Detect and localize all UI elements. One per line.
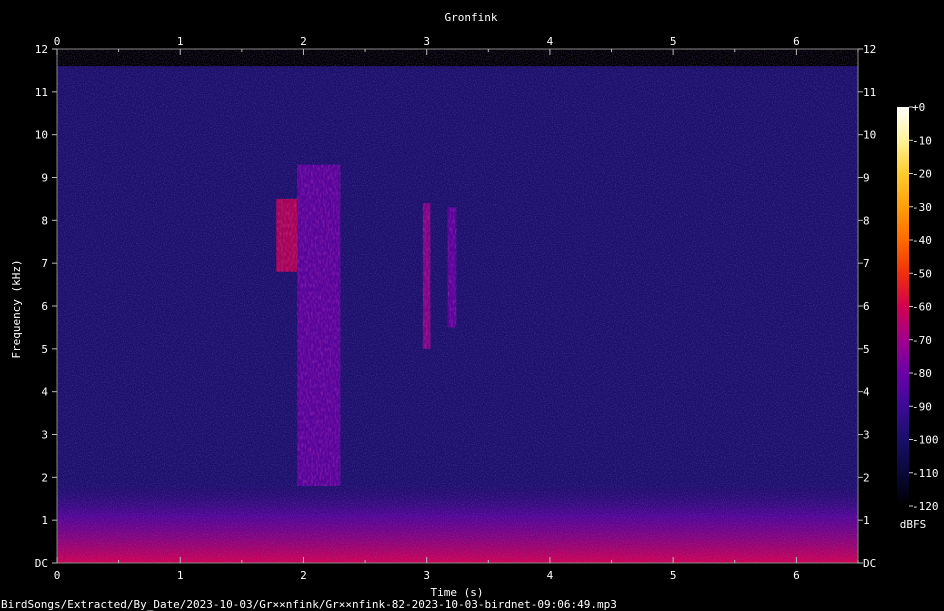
- y-tick-label-right: 12: [863, 43, 876, 56]
- colorbar-tick-label: -50: [912, 267, 932, 280]
- x-tick-label-top: 3: [423, 35, 430, 48]
- colorbar-tick-label: -80: [912, 367, 932, 380]
- y-tick-label-left: 9: [41, 172, 48, 185]
- y-tick-label-left: DC: [35, 557, 48, 570]
- y-axis-right: DC123456789101112: [858, 43, 876, 570]
- y-tick-label-left: 12: [35, 43, 48, 56]
- spectrogram-chart: Gronfink 0123456 0123456 DC1234567891011…: [1, 11, 939, 611]
- y-tick-label-left: 3: [41, 429, 48, 442]
- x-tick-label-bottom: 4: [547, 569, 554, 582]
- y-tick-label-right: 5: [863, 343, 870, 356]
- x-tick-label-top: 4: [547, 35, 554, 48]
- x-tick-label-bottom: 0: [54, 569, 61, 582]
- spectrogram-noise: [57, 49, 858, 563]
- colorbar-tick-label: -120: [912, 500, 939, 513]
- y-tick-label-right: 3: [863, 429, 870, 442]
- x-tick-label-bottom: 2: [300, 569, 307, 582]
- colorbar-tick-label: -110: [912, 467, 939, 480]
- event-trill-texture: [297, 164, 341, 486]
- y-tick-label-left: 1: [41, 514, 48, 527]
- chart-title: Gronfink: [445, 11, 498, 24]
- y-tick-label-left: 2: [41, 471, 48, 484]
- y-tick-label-right: 10: [863, 129, 876, 142]
- plot-area: [56, 48, 859, 564]
- colorbar-tick-label: -40: [912, 234, 932, 247]
- y-tick-label-left: 7: [41, 257, 48, 270]
- colorbar-tick-label: -10: [912, 134, 932, 147]
- x-tick-label-bottom: 6: [793, 569, 800, 582]
- event-note-texture: [447, 207, 457, 328]
- file-path: BirdSongs/Extracted/By_Date/2023-10-03/G…: [1, 598, 617, 611]
- colorbar-tick-label: +0: [912, 101, 925, 114]
- x-tick-label-top: 5: [670, 35, 677, 48]
- y-tick-label-left: 4: [41, 386, 48, 399]
- event-note-texture: [422, 203, 431, 349]
- x-tick-label-bottom: 3: [423, 569, 430, 582]
- y-tick-label-right: 9: [863, 172, 870, 185]
- colorbar: +0 -10 -20 -30 -40 -50 -60 -70 -80 -90 -100 -110 -12…: [897, 101, 939, 531]
- x-tick-label-bottom: 1: [177, 569, 184, 582]
- colorbar-tick-label: -30: [912, 201, 932, 214]
- colorbar-tick-label: -90: [912, 400, 932, 413]
- colorbar-tick-label: -70: [912, 334, 932, 347]
- y-axis-left: DC123456789101112: [35, 43, 57, 570]
- x-tick-label-top: 6: [793, 35, 800, 48]
- y-axis-label: Frequency (kHz): [10, 259, 23, 358]
- y-tick-label-right: 8: [863, 214, 870, 227]
- x-tick-label-bottom: 5: [670, 569, 677, 582]
- y-tick-label-left: 5: [41, 343, 48, 356]
- y-tick-label-left: 11: [35, 86, 48, 99]
- colorbar-tick-label: -20: [912, 168, 932, 181]
- colorbar-gradient: [897, 107, 909, 506]
- x-tick-label-top: 1: [177, 35, 184, 48]
- y-tick-label-left: 8: [41, 214, 48, 227]
- x-tick-label-top: 2: [300, 35, 307, 48]
- y-tick-label-right: 1: [863, 514, 870, 527]
- y-tick-label-right: 6: [863, 300, 870, 313]
- y-tick-label-right: 11: [863, 86, 876, 99]
- y-tick-label-right: 2: [863, 471, 870, 484]
- y-tick-label-right: 4: [863, 386, 870, 399]
- y-tick-label-left: 10: [35, 129, 48, 142]
- y-tick-label-right: DC: [863, 557, 876, 570]
- colorbar-tick-label: -60: [912, 301, 932, 314]
- x-tick-label-top: 0: [54, 35, 61, 48]
- colorbar-tick-label: -100: [912, 434, 939, 447]
- event-chirp-texture: [276, 198, 298, 272]
- colorbar-label: dBFS: [900, 518, 927, 531]
- y-tick-label-right: 7: [863, 257, 870, 270]
- y-tick-label-left: 6: [41, 300, 48, 313]
- colorbar-ticks: +0 -10 -20 -30 -40 -50 -60 -70 -80 -90 -100 -110 -12…: [909, 101, 939, 513]
